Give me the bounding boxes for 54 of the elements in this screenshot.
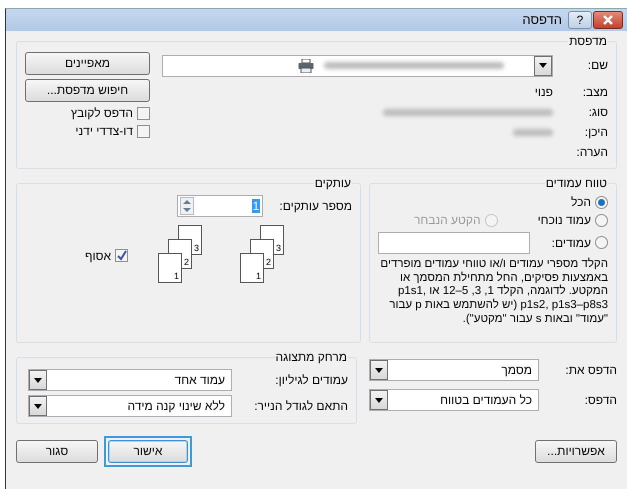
field-label: הדפס:: [584, 392, 617, 408]
close-button[interactable]: [593, 11, 623, 29]
field-label: שם:: [586, 58, 608, 73]
checkbox-label: דו-צדדי ידני: [75, 124, 133, 139]
print-dropdown[interactable]: כל העמודים בטווח: [369, 389, 539, 411]
checkbox[interactable]: [137, 125, 150, 138]
print-what-dropdown[interactable]: מסמך: [369, 359, 539, 381]
help-button[interactable]: ?: [568, 11, 592, 29]
pages-per-sheet-dropdown[interactable]: עמוד אחד: [28, 369, 232, 391]
properties-button[interactable]: מאפיינים: [25, 52, 150, 75]
field-label: מספר עותקים:: [279, 198, 352, 214]
radio-label: עמודים:: [552, 236, 591, 250]
pages-input-field[interactable]: [378, 232, 530, 254]
caret-icon: [375, 398, 383, 402]
field-label: עמודים לגיליון:: [274, 372, 348, 388]
checkbox-label: אסוף: [85, 248, 111, 264]
page-stack-drawing: 1 2 3: [240, 225, 292, 287]
field-label: היכן:: [584, 124, 608, 140]
spinner-arrows-icon[interactable]: [180, 197, 194, 215]
dialog-button[interactable]: אפשרויות...: [535, 440, 617, 463]
find-printer-button[interactable]: חיפוש מדפסת...: [25, 79, 150, 102]
page-stack-drawing: 1 2 3: [158, 225, 210, 287]
group-title: מדפסת: [568, 35, 608, 47]
field-label: התאם לגודל הנייר:: [253, 398, 348, 414]
checkbox[interactable]: [115, 249, 128, 262]
caret-icon: [34, 404, 42, 408]
caret-icon: [375, 368, 383, 372]
status-value: פנוי: [534, 84, 553, 100]
field-label: הערה:: [575, 144, 608, 160]
window-title: הדפסה: [522, 12, 562, 28]
printer-dropdown[interactable]: [162, 54, 553, 76]
caret-icon: [539, 63, 547, 68]
field-label: סוג:: [588, 104, 608, 120]
radio-button[interactable]: [595, 236, 608, 250]
field-label: מצב:: [582, 84, 608, 100]
group-title: מרחק מתצוגה: [274, 351, 348, 363]
help-text: הקלד מספרי עמודים ו/או טווחי עמודים מופרדים באמצעות פסיקים, החל מתחילת המסמך או המקטע. לדוגמה, הקלד 1, 3, 5–12 או p1s1, p1s2, p1s3–p8s3 (יש להשתמש באות p עבור "עמוד" ובאות s עבור "מקטע").: [379, 258, 608, 327]
scale-dropdown[interactable]: ללא שינוי קנה מידה: [28, 395, 232, 417]
radio-label: הכל: [570, 195, 591, 210]
checkbox-label: הדפס לקובץ: [70, 106, 133, 120]
radio-label: הקטע הנבחר: [414, 213, 481, 228]
blurred-text: [513, 128, 553, 136]
field-label: הדפס את:: [564, 362, 617, 378]
group-title: טווח עמודים: [544, 177, 608, 189]
dialog-button[interactable]: אישור: [108, 440, 188, 463]
printer-icon: [298, 58, 314, 73]
radio-button[interactable]: [595, 214, 608, 228]
dialog-button[interactable]: סגור: [16, 440, 98, 463]
radio-label: עמוד נוכחי: [538, 213, 591, 228]
checkbox[interactable]: [137, 106, 150, 120]
caret-icon: [34, 378, 42, 382]
group-title: עותקים: [314, 177, 352, 189]
close-icon: [602, 15, 614, 25]
radio-button[interactable]: [595, 196, 608, 209]
